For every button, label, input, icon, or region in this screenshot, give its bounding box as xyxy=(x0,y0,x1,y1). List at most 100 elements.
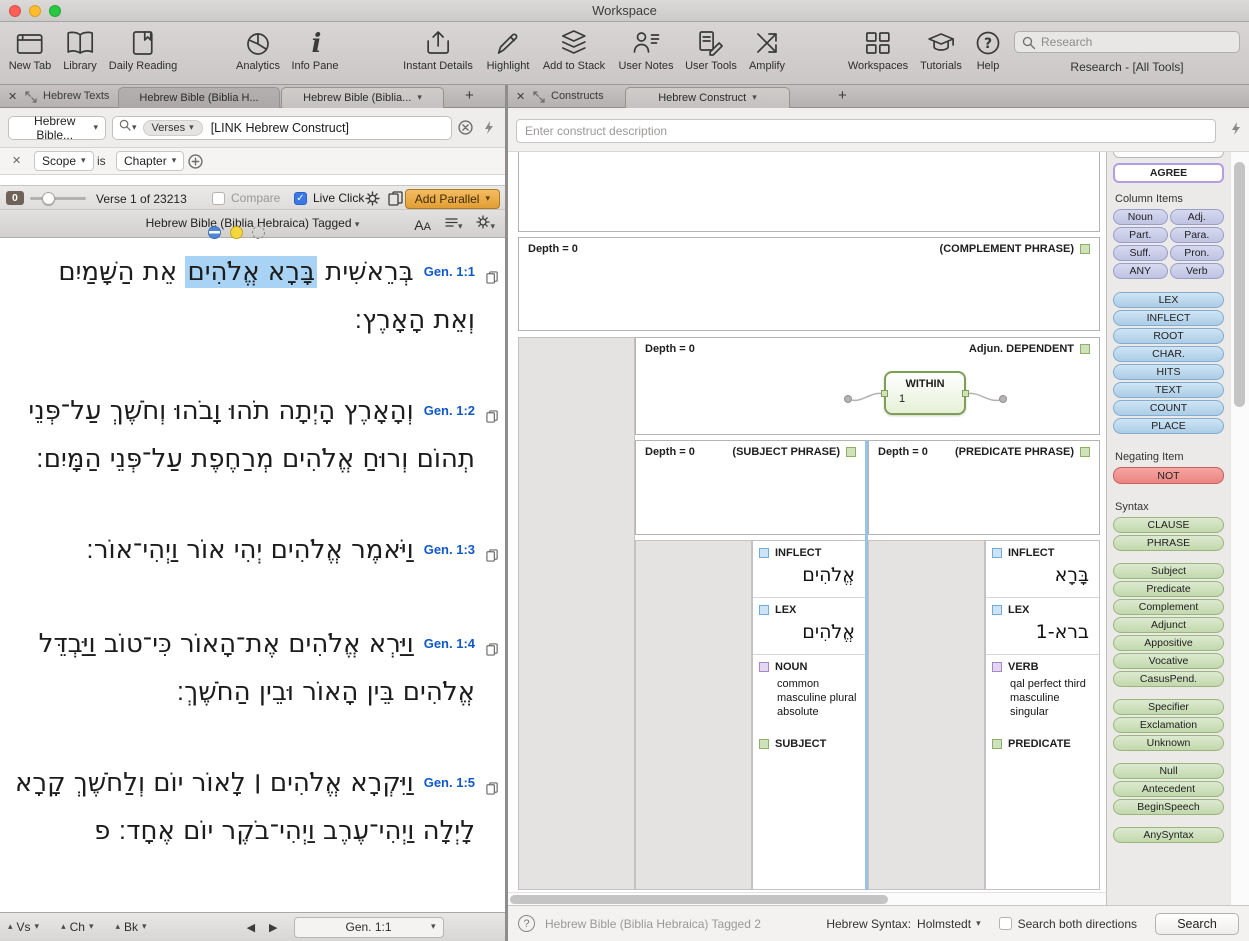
palette-button-verb[interactable]: Verb xyxy=(1170,263,1225,279)
parallel-panes-icon[interactable] xyxy=(388,191,404,211)
reference-dropdown[interactable]: Gen. 1:1 ▾ xyxy=(294,917,444,938)
syntax-database-dropdown[interactable]: Holmstedt ▾ xyxy=(917,917,981,931)
live-click-checkbox[interactable]: ✓ xyxy=(294,192,307,205)
step-up-icon[interactable]: ▴ xyxy=(61,922,66,932)
run-search-icon[interactable] xyxy=(482,120,496,140)
add-parallel-button[interactable]: Add Parallel ▾ xyxy=(405,189,500,209)
subject-phrase-box[interactable]: Depth = 0 (SUBJECT PHRASE) xyxy=(635,440,866,535)
palette-button-beginspeech[interactable]: BeginSpeech xyxy=(1113,799,1224,815)
display-settings-gear-icon[interactable]: ▾ xyxy=(476,215,495,234)
tab-hebrew-construct[interactable]: Hebrew Construct ▾ xyxy=(625,87,790,108)
complement-phrase-box[interactable]: Depth = 0 (COMPLEMENT PHRASE) xyxy=(518,237,1100,331)
scope-value-dropdown[interactable]: Chapter ▾ xyxy=(116,151,184,171)
verse-text[interactable]: וַיֹּאמֶר אֱלֹהִים יְהִי אוֹר וַיְהִי־או… xyxy=(86,535,414,565)
palette-button-antecedent[interactable]: Antecedent xyxy=(1113,781,1224,797)
highlight-dot-blue-icon[interactable] xyxy=(208,226,221,239)
slider-thumb[interactable] xyxy=(42,192,55,205)
search-range-pill[interactable]: Verses ▾ xyxy=(143,120,203,136)
palette-button-inflect[interactable]: INFLECT xyxy=(1113,310,1224,326)
enabled-checkbox[interactable] xyxy=(1080,447,1090,457)
palette-button-pron[interactable]: Pron. xyxy=(1170,245,1225,261)
expand-zone-icon[interactable] xyxy=(533,90,545,108)
research-input[interactable] xyxy=(1015,32,1239,52)
vertical-scrollbar[interactable] xyxy=(1230,152,1249,905)
daily-reading-button[interactable]: Daily Reading xyxy=(109,27,177,72)
verse-text[interactable]: וַיַּרְא אֱלֹהִים אֶת־הָאוֹר כִּי־טוֹב ו… xyxy=(39,629,475,707)
module-dropdown[interactable]: Hebrew Bible... ▾ xyxy=(8,116,106,140)
enabled-checkbox[interactable] xyxy=(1080,344,1090,354)
step-down-icon[interactable]: ▾ xyxy=(142,922,147,932)
close-zone-icon[interactable]: ✕ xyxy=(516,90,525,103)
palette-button-casuspend[interactable]: CasusPend. xyxy=(1113,671,1224,687)
paragraph-format-icon[interactable]: ▾ xyxy=(445,216,463,234)
palette-button-not[interactable]: NOT xyxy=(1113,467,1224,484)
enabled-checkbox[interactable] xyxy=(1080,244,1090,254)
palette-button-suff[interactable]: Suff. xyxy=(1113,245,1168,261)
analytics-button[interactable]: Analytics xyxy=(236,27,280,72)
search-field[interactable]: ▾ Verses ▾ [LINK Hebrew Construct] xyxy=(112,116,452,140)
both-directions-checkbox[interactable] xyxy=(999,917,1012,930)
palette-button-adj[interactable]: Adj. xyxy=(1170,209,1225,225)
verse-text[interactable]: וְהָאָרֶץ הָיְתָה תֹהוּ וָבֹהוּ וְחֹשֶׁך… xyxy=(28,396,475,474)
construct-item-lex[interactable]: LEX אֱלֹהִים xyxy=(753,598,865,655)
tutorials-button[interactable]: Tutorials xyxy=(920,27,962,72)
back-icon[interactable]: ◀ xyxy=(247,921,255,934)
copy-verse-icon[interactable] xyxy=(486,532,499,577)
palette-button-place[interactable]: PLACE xyxy=(1113,418,1224,434)
construct-item-subject[interactable]: SUBJECT xyxy=(753,732,865,752)
item-checkbox[interactable] xyxy=(759,739,769,749)
predicate-phrase-box[interactable]: Depth = 0 (PREDICATE PHRASE) xyxy=(868,440,1100,535)
connector-dot-left[interactable] xyxy=(844,395,852,403)
palette-button-agree[interactable]: AGREE xyxy=(1113,163,1224,183)
highlight-dot-yellow-icon[interactable] xyxy=(230,226,243,239)
palette-button-unknown[interactable]: Unknown xyxy=(1113,735,1224,751)
connection-point-right[interactable] xyxy=(962,390,969,397)
palette-button-part[interactable]: Part. xyxy=(1113,227,1168,243)
enabled-checkbox[interactable] xyxy=(846,447,856,457)
construct-description-input[interactable] xyxy=(516,119,1216,143)
book-stepper[interactable]: ▴ Bk ▾ xyxy=(115,920,146,934)
copy-verse-icon[interactable] xyxy=(486,393,499,438)
expand-zone-icon[interactable] xyxy=(25,90,37,108)
highlight-button[interactable]: Highlight xyxy=(487,27,530,72)
palette-button-subject[interactable]: Subject xyxy=(1113,563,1224,579)
copy-verse-icon[interactable] xyxy=(486,626,499,671)
new-tab-button[interactable]: New Tab xyxy=(9,27,52,72)
palette-button-clause[interactable]: CLAUSE xyxy=(1113,517,1224,533)
add-tab-button[interactable]: + xyxy=(838,87,847,104)
item-checkbox[interactable] xyxy=(759,662,769,672)
palette-button-null[interactable]: Null xyxy=(1113,763,1224,779)
instant-details-button[interactable]: Instant Details xyxy=(403,27,473,72)
close-zone-icon[interactable]: ✕ xyxy=(8,90,17,103)
palette-button-complement[interactable]: Complement xyxy=(1113,599,1224,615)
font-size-control[interactable]: AA xyxy=(414,217,431,233)
construct-item-inflect[interactable]: INFLECT בָּרָא xyxy=(986,541,1099,598)
highlight-dot-dashed-icon[interactable] xyxy=(252,226,265,239)
search-hit[interactable]: בָּרָא אֱלֹהִים xyxy=(185,256,317,288)
step-down-icon[interactable]: ▾ xyxy=(89,922,94,932)
palette-button-partial[interactable] xyxy=(1113,152,1224,158)
help-icon[interactable]: ? xyxy=(518,915,535,932)
construct-item-noun[interactable]: NOUN common masculine plural absolute xyxy=(753,655,865,732)
palette-button-anysyntax[interactable]: AnySyntax xyxy=(1113,827,1224,843)
info-pane-button[interactable]: i Info Pane xyxy=(291,27,338,72)
item-checkbox[interactable] xyxy=(992,739,1002,749)
forward-icon[interactable]: ▶ xyxy=(269,921,277,934)
palette-button-phrase[interactable]: PHRASE xyxy=(1113,535,1224,551)
user-tools-button[interactable]: User Tools xyxy=(685,27,737,72)
amplify-button[interactable]: Amplify xyxy=(749,27,785,72)
help-button[interactable]: ? Help xyxy=(973,27,1003,72)
palette-button-appositive[interactable]: Appositive xyxy=(1113,635,1224,651)
item-checkbox[interactable] xyxy=(759,605,769,615)
tab-hebrew-bible-2[interactable]: Hebrew Bible (Biblia... ▾ xyxy=(281,87,444,108)
remove-criterion-icon[interactable]: ✕ xyxy=(12,154,21,167)
close-window-button[interactable] xyxy=(9,5,21,17)
scrolled-construct-box[interactable] xyxy=(518,152,1100,232)
live-click-gear-icon[interactable] xyxy=(365,191,380,211)
column-divider[interactable] xyxy=(865,440,868,890)
verse-slider[interactable] xyxy=(30,186,86,211)
scope-field-dropdown[interactable]: Scope ▾ xyxy=(34,151,94,171)
chapter-stepper[interactable]: ▴ Ch ▾ xyxy=(61,920,93,934)
copy-verse-icon[interactable] xyxy=(486,765,499,810)
step-up-icon[interactable]: ▴ xyxy=(115,922,120,932)
